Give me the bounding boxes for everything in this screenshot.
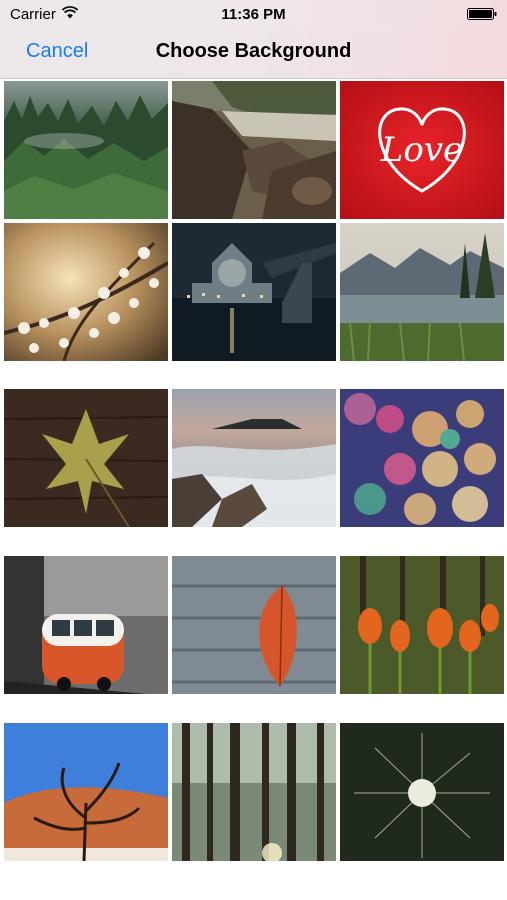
cherry-blossoms-image	[4, 223, 168, 361]
love-heart-image: Love	[340, 81, 504, 219]
background-tile-tall-trees[interactable]	[172, 723, 336, 861]
background-tile-bokeh-lights[interactable]	[340, 389, 504, 527]
background-tile-vw-van[interactable]	[4, 556, 168, 694]
orange-tulips-image	[340, 556, 504, 694]
background-tile-ocean-waves[interactable]	[172, 389, 336, 527]
background-tile-orange-tulips[interactable]	[340, 556, 504, 694]
background-tile-rocky-river[interactable]	[172, 81, 336, 219]
background-tile-misty-forest[interactable]	[4, 81, 168, 219]
clock: 11:36 PM	[221, 6, 286, 23]
background-grid[interactable]: Love	[0, 79, 507, 900]
desert-tree-image	[4, 723, 168, 861]
mountain-lake-image	[340, 223, 504, 361]
background-tile-red-leaf-planks[interactable]	[172, 556, 336, 694]
background-tile-leaf-on-wood[interactable]	[4, 389, 168, 527]
city-night-bridge-image	[172, 223, 336, 361]
leaf-on-wood-image	[4, 389, 168, 527]
background-tile-love-heart[interactable]: Love	[340, 81, 504, 219]
background-tile-mountain-lake[interactable]	[340, 223, 504, 361]
page-title: Choose Background	[155, 40, 352, 62]
bokeh-lights-image	[340, 389, 504, 527]
background-tile-cherry-blossoms[interactable]	[4, 223, 168, 361]
red-leaf-planks-image	[172, 556, 336, 694]
love-text: Love	[380, 130, 463, 170]
background-tile-desert-tree[interactable]	[4, 723, 168, 861]
rocky-river-image	[172, 81, 336, 219]
tall-trees-image	[172, 723, 336, 861]
battery-icon	[467, 8, 497, 20]
navigation-bar: Cancel Choose Background	[0, 28, 507, 79]
vw-van-image	[4, 556, 168, 694]
background-tile-city-night-bridge[interactable]	[172, 223, 336, 361]
misty-forest-image	[4, 81, 168, 219]
background-tile-dandelion[interactable]	[340, 723, 504, 861]
ocean-waves-image	[172, 389, 336, 527]
dandelion-image	[340, 723, 504, 861]
status-bar: Carrier 11:36 PM	[0, 0, 507, 28]
